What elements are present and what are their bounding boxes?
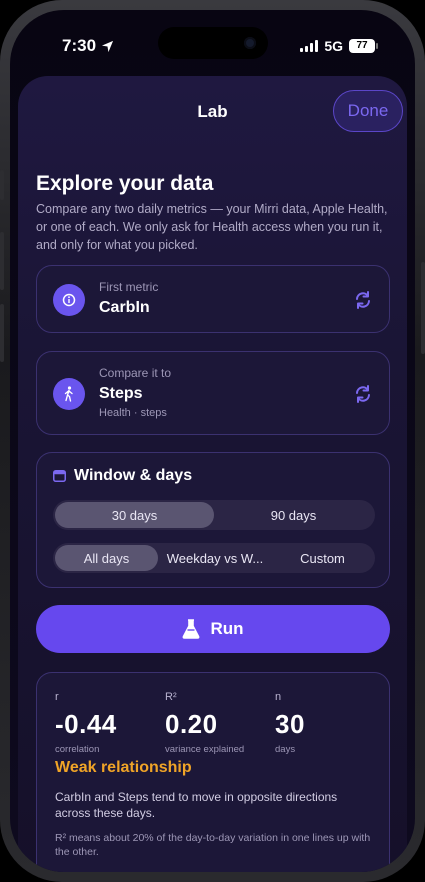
first-metric-label: First metric — [99, 280, 159, 294]
verdict-label: Weak relationship — [55, 759, 192, 776]
range-segmented-control: 30 days 90 days — [53, 500, 375, 530]
second-metric-label: Compare it to — [99, 366, 172, 380]
battery-icon: 77 — [349, 39, 378, 53]
result-note: R² means about 20% of the day-to-day var… — [55, 832, 371, 858]
stat-r-value: -0.44 — [55, 709, 117, 739]
stat-r2-value: 0.20 — [165, 709, 218, 739]
stat-n-value: 30 — [275, 709, 305, 739]
location-arrow-icon — [101, 40, 114, 52]
camera-icon — [244, 37, 256, 49]
first-metric-card[interactable]: First metric CarbIn — [36, 265, 390, 333]
range-option-30[interactable]: 30 days — [55, 502, 214, 528]
stat-r2-label: R² — [165, 691, 177, 703]
status-bar: 7:30 5G 77 — [10, 10, 415, 76]
second-metric-source: Health · steps — [99, 407, 167, 419]
walking-icon — [53, 378, 85, 410]
status-time: 7:30 — [62, 36, 114, 56]
swap-icon[interactable] — [353, 384, 373, 404]
filter-all-days[interactable]: All days — [55, 545, 158, 571]
swap-icon[interactable] — [353, 290, 373, 310]
day-filter-segmented-control: All days Weekday vs W... Custom — [53, 543, 375, 573]
time-text: 7:30 — [62, 36, 97, 55]
calendar-icon — [53, 470, 66, 482]
volume-up-button — [0, 232, 4, 290]
second-metric-card[interactable]: Compare it to Steps Health · steps — [36, 351, 390, 435]
signal-icon — [300, 40, 319, 52]
stat-sample-size: n 30 days — [275, 691, 305, 755]
page-heading: Explore your data — [36, 172, 214, 195]
window-card: Window & days 30 days 90 days All days W… — [36, 452, 390, 588]
filter-weekday-vs-weekend[interactable]: Weekday vs W... — [158, 545, 272, 571]
dynamic-island — [158, 27, 268, 59]
range-option-90[interactable]: 90 days — [214, 502, 373, 528]
result-explanation: CarbIn and Steps tend to move in opposit… — [55, 790, 338, 820]
run-button[interactable]: Run — [36, 605, 390, 653]
info-icon — [53, 284, 85, 316]
intro-text: Compare any two daily metrics — your Mir… — [36, 202, 388, 252]
phone-frame: 7:30 5G 77 Lab Done Explore your data Co… — [0, 0, 425, 882]
stat-correlation: r -0.44 correlation — [55, 691, 117, 755]
first-metric-value: CarbIn — [99, 299, 150, 316]
screen: 7:30 5G 77 Lab Done Explore your data Co… — [10, 10, 415, 872]
results-card: r -0.44 correlation R² 0.20 variance exp… — [36, 672, 390, 872]
second-metric-value: Steps — [99, 385, 143, 402]
volume-down-button — [0, 304, 4, 362]
power-button — [421, 262, 425, 354]
network-type: 5G — [324, 38, 343, 54]
flask-icon — [183, 619, 200, 639]
stat-r-label: r — [55, 691, 59, 703]
done-button[interactable]: Done — [333, 90, 403, 132]
stat-r-caption: correlation — [55, 744, 100, 755]
filter-custom[interactable]: Custom — [272, 545, 373, 571]
window-title-text: Window & days — [74, 467, 193, 484]
stat-r-squared: R² 0.20 variance explained — [165, 691, 244, 755]
window-title: Window & days — [53, 467, 192, 485]
run-label: Run — [210, 619, 244, 638]
stat-n-label: n — [275, 691, 282, 703]
action-button — [0, 170, 4, 200]
stat-r2-caption: variance explained — [165, 744, 245, 755]
status-indicators: 5G 77 — [300, 38, 378, 54]
lab-sheet: Lab Done Explore your data Compare any t… — [18, 76, 407, 872]
stat-n-caption: days — [275, 744, 296, 755]
